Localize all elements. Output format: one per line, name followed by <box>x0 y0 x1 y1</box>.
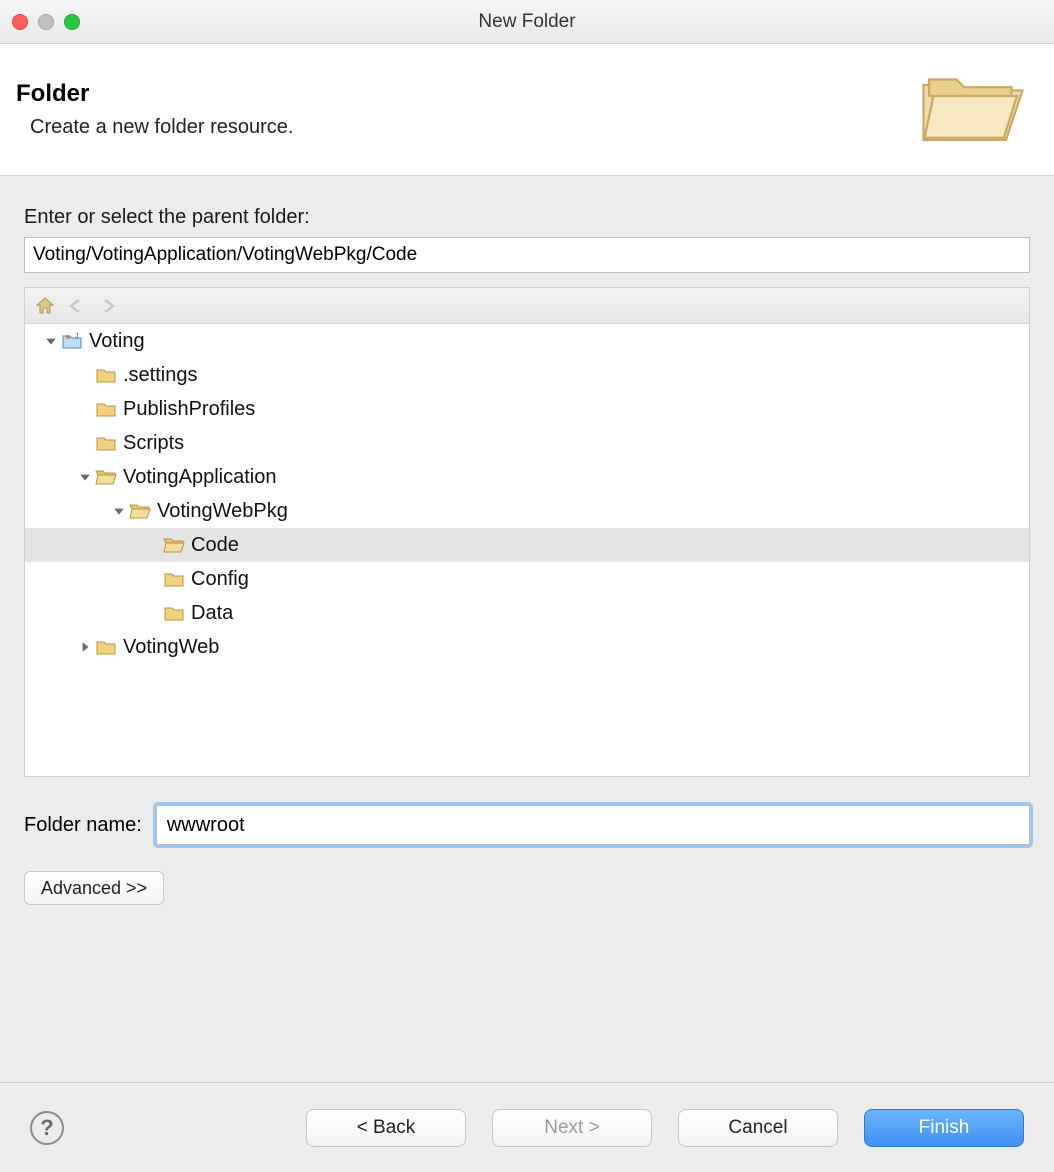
tree-row[interactable]: Data <box>25 596 1029 630</box>
chevron-down-icon[interactable] <box>111 503 127 519</box>
help-icon[interactable]: ? <box>30 1111 64 1145</box>
titlebar: New Folder <box>0 0 1054 44</box>
folder-open-icon <box>95 466 117 488</box>
tree-item-label: Voting <box>89 330 145 353</box>
tree-row[interactable]: VotingApplication <box>25 460 1029 494</box>
tree-row[interactable]: Code <box>25 528 1029 562</box>
cancel-button[interactable]: Cancel <box>678 1109 838 1147</box>
folder-icon <box>95 364 117 386</box>
folder-open-icon <box>163 534 185 556</box>
parent-folder-input[interactable] <box>24 237 1030 273</box>
parent-folder-label: Enter or select the parent folder: <box>24 206 1030 229</box>
tree-item-label: Data <box>191 602 233 625</box>
svg-text:J: J <box>75 333 79 340</box>
folder-tree[interactable]: J Voting .settings PublishProfiles Scripts Vo… <box>25 324 1029 776</box>
tree-item-label: Scripts <box>123 432 184 455</box>
folder-icon <box>95 398 117 420</box>
chevron-right-icon <box>77 435 93 451</box>
banner-subheading: Create a new folder resource. <box>30 116 293 139</box>
folder-icon <box>163 602 185 624</box>
tree-item-label: Code <box>191 534 239 557</box>
project-icon: J <box>61 330 83 352</box>
tree-row[interactable]: VotingWebPkg <box>25 494 1029 528</box>
advanced-button[interactable]: Advanced >> <box>24 871 164 905</box>
nav-back-icon[interactable] <box>65 294 89 318</box>
banner-heading: Folder <box>16 80 293 108</box>
folder-icon <box>163 568 185 590</box>
folder-open-icon <box>918 62 1028 157</box>
chevron-right-icon[interactable] <box>77 639 93 655</box>
tree-row[interactable]: Scripts <box>25 426 1029 460</box>
tree-item-label: VotingApplication <box>123 466 276 489</box>
chevron-right-icon <box>77 367 93 383</box>
finish-button[interactable]: Finish <box>864 1109 1024 1147</box>
tree-row[interactable]: PublishProfiles <box>25 392 1029 426</box>
tree-row[interactable]: VotingWeb <box>25 630 1029 664</box>
next-button: Next > <box>492 1109 652 1147</box>
tree-row[interactable]: .settings <box>25 358 1029 392</box>
wizard-banner: Folder Create a new folder resource. <box>0 44 1054 176</box>
home-icon[interactable] <box>33 294 57 318</box>
chevron-right-icon <box>145 571 161 587</box>
chevron-right-icon <box>145 605 161 621</box>
window-title: New Folder <box>0 11 1054 33</box>
tree-item-label: VotingWebPkg <box>157 500 288 523</box>
wizard-footer: ? < Back Next > Cancel Finish <box>0 1082 1054 1172</box>
folder-tree-panel: J Voting .settings PublishProfiles Scripts Vo… <box>24 287 1030 777</box>
wizard-body: Enter or select the parent folder: J Voti… <box>0 176 1054 915</box>
nav-forward-icon[interactable] <box>97 294 121 318</box>
folder-open-icon <box>129 500 151 522</box>
chevron-right-icon <box>145 537 161 553</box>
chevron-down-icon[interactable] <box>43 333 59 349</box>
tree-row[interactable]: Config <box>25 562 1029 596</box>
tree-item-label: Config <box>191 568 249 591</box>
tree-row[interactable]: J Voting <box>25 324 1029 358</box>
chevron-down-icon[interactable] <box>77 469 93 485</box>
folder-name-input[interactable] <box>156 805 1030 845</box>
tree-toolbar <box>25 288 1029 324</box>
tree-item-label: PublishProfiles <box>123 398 255 421</box>
tree-item-label: .settings <box>123 364 197 387</box>
folder-icon <box>95 636 117 658</box>
folder-icon <box>95 432 117 454</box>
tree-item-label: VotingWeb <box>123 636 219 659</box>
back-button[interactable]: < Back <box>306 1109 466 1147</box>
folder-name-label: Folder name: <box>24 814 142 837</box>
chevron-right-icon <box>77 401 93 417</box>
